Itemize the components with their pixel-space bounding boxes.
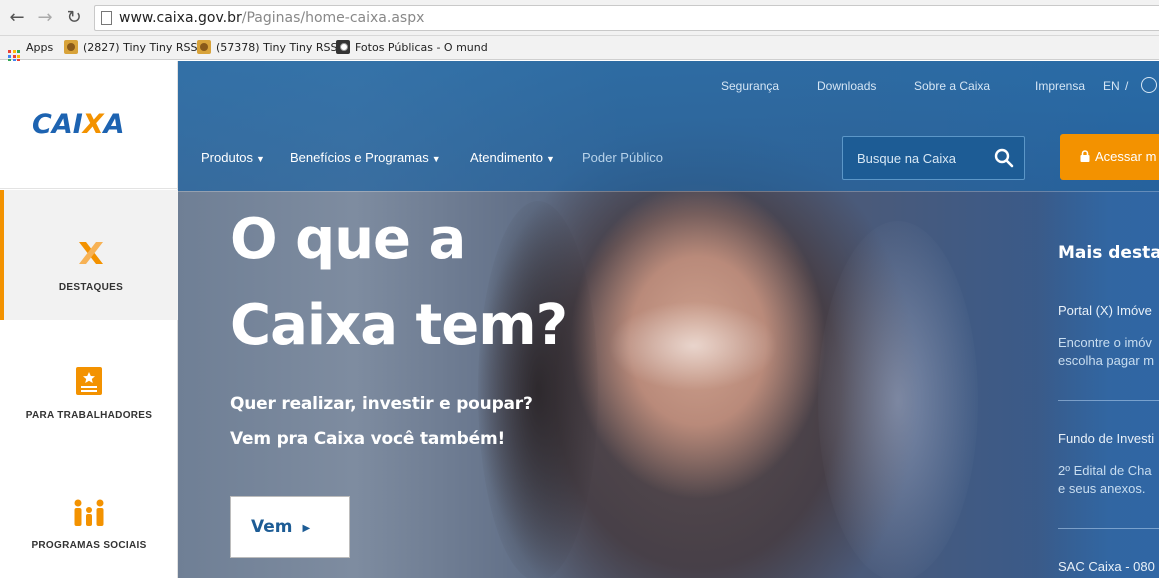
nav-poder-publico[interactable]: Poder Público (582, 150, 663, 165)
highlight-item-text: escolha pagar m (1058, 353, 1155, 368)
rss-icon (64, 40, 78, 54)
sidebar-item-label: PARA TRABALHADORES (25, 410, 153, 421)
hero-subtitle: Vem pra Caixa você também! (230, 429, 506, 449)
bookmark-fotos-publicas[interactable]: Fotos Públicas - O mund (336, 40, 488, 56)
chevron-down-icon: ▼ (431, 154, 441, 164)
family-icon (74, 499, 104, 526)
page-icon (101, 11, 112, 25)
hero-headline: O que a Caixa tem? (230, 197, 650, 369)
search-box (842, 136, 1025, 180)
lock-icon (1080, 150, 1090, 162)
forward-arrow-icon[interactable]: → (34, 7, 56, 29)
util-link-sobre[interactable]: Sobre a Caixa (914, 79, 990, 93)
highlights-title: Mais destac (1058, 243, 1159, 263)
search-icon[interactable] (994, 148, 1014, 168)
highlight-separator (1058, 528, 1159, 529)
rss-icon (197, 40, 211, 54)
sidebar-item-label: DESTAQUES (58, 282, 124, 293)
highlight-item-text: Encontre o imóv (1058, 335, 1152, 350)
nav-beneficios[interactable]: Benefícios e Programas ▼ (290, 150, 441, 165)
sidebar-item-destaques[interactable]: DESTAQUES (0, 190, 178, 320)
reload-icon[interactable]: ↻ (63, 7, 85, 29)
hero-image-shade (818, 221, 978, 578)
access-account-button[interactable]: Acessar m (1060, 134, 1159, 180)
util-link-downloads[interactable]: Downloads (817, 79, 876, 93)
play-arrow-icon: ▶ (302, 523, 311, 534)
sidebar: CAIXA DESTAQUES PARA TRABALHADORES PROGR… (0, 61, 178, 578)
highlight-separator (1058, 400, 1159, 401)
highlight-item-title[interactable]: Portal (X) Imóve (1058, 303, 1152, 318)
bookmark-rss-1[interactable]: (2827) Tiny Tiny RSS (64, 40, 198, 56)
sidebar-item-label: PROGRAMAS SOCIAIS (31, 540, 147, 551)
nav-produtos[interactable]: Produtos ▼ (201, 150, 265, 165)
chevron-down-icon: ▼ (546, 154, 555, 164)
bookmarks-bar: Apps (2827) Tiny Tiny RSS (57378) Tiny T… (0, 36, 1159, 62)
sidebar-item-programas-sociais[interactable]: PROGRAMAS SOCIAIS (0, 450, 178, 578)
util-separator: / (1125, 79, 1129, 93)
vem-button[interactable]: Vem ▶ (230, 496, 350, 558)
hero-banner: Segurança Downloads Sobre a Caixa Impren… (178, 61, 1159, 578)
address-bar[interactable]: www.caixa.gov.br/Paginas/home-caixa.aspx (94, 5, 1159, 31)
chevron-down-icon: ▼ (256, 154, 265, 164)
caixa-logo[interactable]: CAIXA (32, 109, 125, 140)
back-arrow-icon[interactable]: ← (6, 7, 28, 29)
camera-icon (336, 40, 350, 54)
util-link-seguranca[interactable]: Segurança (721, 79, 779, 93)
accessibility-icon[interactable] (1141, 77, 1157, 93)
sidebar-item-para-trabalhadores[interactable]: PARA TRABALHADORES (0, 320, 178, 450)
browser-toolbar: ← → ↻ www.caixa.gov.br/Paginas/home-caix… (0, 0, 1159, 36)
highlight-item-title[interactable]: Fundo de Investi (1058, 431, 1154, 446)
hero-headline-line: O que a (230, 207, 466, 272)
search-input[interactable] (843, 137, 988, 179)
header-divider (178, 191, 1159, 192)
util-link-imprensa[interactable]: Imprensa (1035, 79, 1085, 93)
hero-headline-line: Caixa tem? (230, 293, 568, 358)
hero-subtitle: Quer realizar, investir e poupar? (230, 394, 533, 414)
document-icon (76, 367, 102, 395)
logo-area[interactable]: CAIXA (0, 61, 178, 189)
util-link-en[interactable]: EN (1103, 79, 1120, 93)
bookmark-rss-2[interactable]: (57378) Tiny Tiny RSS (197, 40, 338, 56)
url-text: www.caixa.gov.br/Paginas/home-caixa.aspx (119, 10, 425, 26)
highlight-item-text: e seus anexos. (1058, 481, 1146, 496)
highlight-item-title[interactable]: SAC Caixa - 080 (1058, 559, 1155, 574)
x-logo-icon (79, 242, 103, 264)
nav-atendimento[interactable]: Atendimento ▼ (470, 150, 555, 165)
bookmark-apps[interactable]: Apps (8, 40, 53, 62)
web-page: CAIXA DESTAQUES PARA TRABALHADORES PROGR… (0, 61, 1159, 578)
highlight-item-text: 2º Edital de Cha (1058, 463, 1152, 478)
